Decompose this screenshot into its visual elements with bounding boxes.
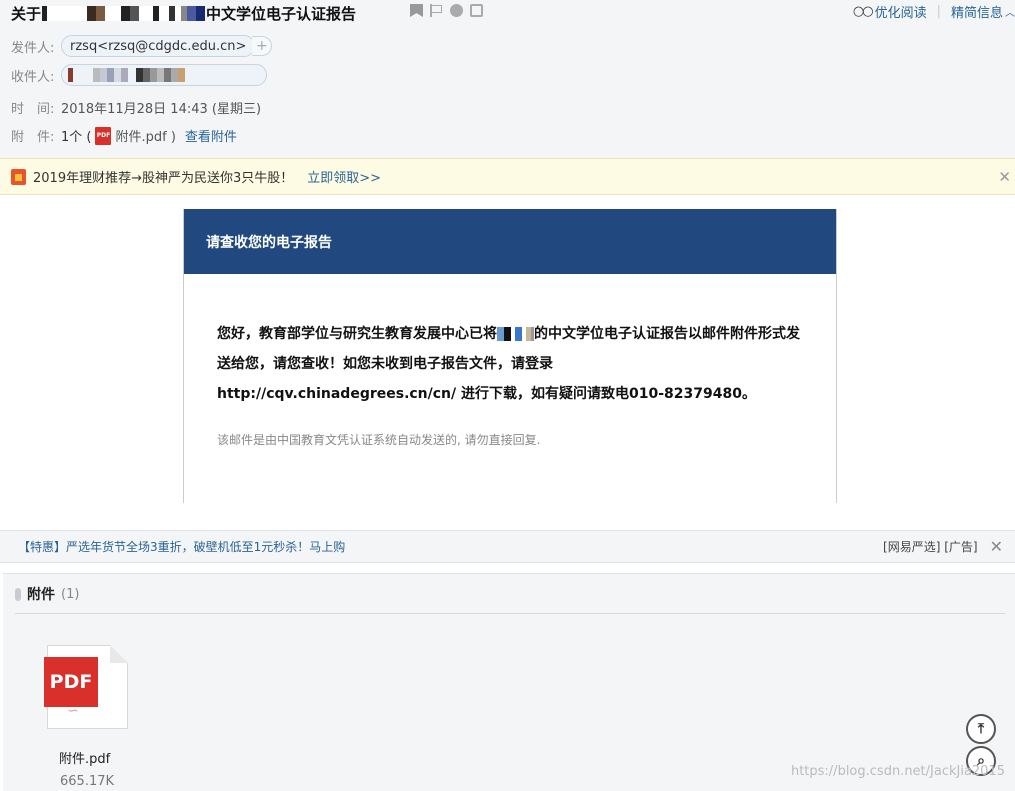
time-label: 时 间: (11, 102, 55, 117)
time-value: 2018年11月28日 14:43 (星期三) (61, 102, 262, 117)
sender-row: 发件人: rzsq<rzsq@cdgdc.edu.cn> + (11, 35, 273, 57)
subject-prefix: 关于 (11, 5, 42, 23)
file-fold (110, 645, 128, 663)
para-1a: 您好，教育部学位与研究生教育发展中心已将 (217, 326, 497, 342)
email-paragraph: 您好，教育部学位与研究生教育发展中心已将 的中文学位电子认证报告以邮件附件形式发送… (217, 319, 803, 379)
flag-icon[interactable] (430, 4, 443, 17)
pdf-badge: PDF (44, 657, 98, 707)
attachments-title: 附件 (1) (15, 584, 79, 604)
recipient-row: 收件人: (11, 64, 267, 86)
redacted-mosaic (497, 327, 534, 341)
ad-bar: 【特惠】严选年货节全场3重折，破壁机低至1元秒杀！马上购 [网易严选] [广告]… (0, 530, 1015, 563)
time-row: 时 间: 2018年11月28日 14:43 (星期三) (11, 98, 261, 117)
attachments-label: 附件 (27, 587, 55, 603)
attachments-panel: 附件 (1) PDF ∽ 附件.pdf 665.17K (3, 573, 1015, 791)
separator: | (936, 4, 941, 19)
sender-label: 发件人: (11, 40, 55, 56)
close-icon[interactable]: ✕ (990, 537, 1003, 556)
mail-header: 关于 中文学位电子认证报告 ○○ 优化阅读 | 精简信息 ︿ 发件人: rzsq… (0, 0, 1015, 158)
read-mode-link[interactable]: 优化阅读 (875, 2, 927, 21)
gift-icon (11, 168, 26, 185)
email-content: 您好，教育部学位与研究生教育发展中心已将 的中文学位电子认证报告以邮件附件形式发送… (184, 274, 836, 449)
pdf-icon: PDF (95, 126, 112, 145)
acrobat-mark-icon: ∽ (67, 703, 79, 719)
subject-suffix: 中文学位电子认证报告 (206, 5, 357, 23)
promo-link[interactable]: 立即领取>> (307, 167, 381, 186)
sender-chip[interactable]: rzsq<rzsq@cdgdc.edu.cn> (61, 35, 256, 57)
divider (15, 613, 1005, 614)
promo-text[interactable]: 2019年理财推荐→股神严为民送你3只牛股！ (33, 167, 293, 186)
email-heading: 请查收您的电子报告 (184, 209, 836, 274)
email-card: 请查收您的电子报告 您好，教育部学位与研究生教育发展中心已将 的中文学位电子认证报… (183, 209, 837, 503)
recipient-chip[interactable] (61, 64, 267, 86)
email-note: 该邮件是由中国教育文凭认证系统自动发送的, 请勿直接回复. (217, 433, 541, 447)
ad-text[interactable]: 【特惠】严选年货节全场3重折，破壁机低至1元秒杀！马上购 (18, 538, 345, 555)
attach-label: 附 件: (11, 130, 55, 145)
section-marker (15, 587, 21, 601)
bookmark-icon[interactable] (410, 4, 423, 17)
ad-meta: [网易严选] [广告] ✕ (883, 537, 1003, 556)
collapse-icon[interactable]: ︿ (1005, 4, 1015, 19)
attach-count: 1个 ( (61, 130, 92, 145)
ad-source: [网易严选] [广告] (883, 540, 978, 554)
add-contact-button[interactable]: + (252, 36, 273, 56)
attachments-count: (1) (61, 586, 80, 602)
attach-row: 附 件: 1个 ( PDF 附件.pdf ) 查看附件 (11, 126, 237, 145)
recipient-label: 收件人: (11, 69, 55, 85)
redacted-mosaic (68, 68, 185, 82)
back-to-top-button[interactable]: ⤒ (966, 714, 996, 744)
close-icon[interactable]: ✕ (998, 168, 1011, 186)
header-tools: ○○ 优化阅读 | 精简信息 ︿ (853, 2, 1015, 21)
clock-icon[interactable] (450, 4, 463, 17)
email-paragraph-2: http://cqv.chinadegrees.cn/cn/ 进行下载，如有疑问… (217, 386, 756, 402)
pdf-file-icon[interactable]: PDF ∽ (44, 645, 128, 729)
redacted-mosaic (42, 6, 206, 21)
file-name[interactable]: 附件.pdf (59, 748, 110, 767)
print-icon[interactable] (470, 4, 483, 17)
view-attachments-link[interactable]: 查看附件 (185, 126, 237, 145)
glasses-icon: ○○ (852, 4, 874, 19)
attach-file[interactable]: 附件.pdf ) (115, 126, 175, 145)
mail-subject: 关于 中文学位电子认证报告 (11, 3, 356, 24)
watermark: https://blog.csdn.net/JackJia2015 (790, 764, 1005, 779)
promo-bar: 2019年理财推荐→股神严为民送你3只牛股！ 立即领取>> ✕ (0, 158, 1015, 195)
simplified-info-link[interactable]: 精简信息 (951, 2, 1003, 21)
file-size: 665.17K (60, 774, 115, 789)
subject-actions (410, 4, 483, 17)
